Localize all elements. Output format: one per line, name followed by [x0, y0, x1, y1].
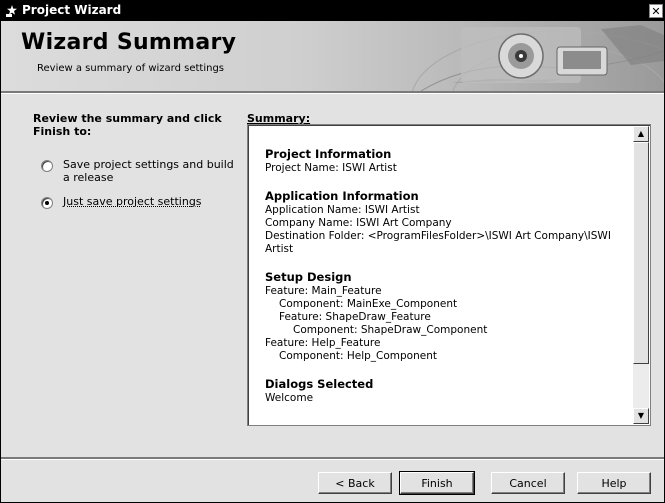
scroll-up-icon[interactable]: ▲	[633, 126, 649, 142]
scroll-down-icon[interactable]: ▼	[633, 408, 649, 424]
scroll-thumb[interactable]	[633, 142, 649, 364]
summary-line: Feature: Help_Feature	[265, 337, 381, 349]
summary-section-title: Setup Design	[265, 270, 352, 284]
summary-section: Application Information Application Name…	[265, 188, 625, 256]
summary-section: Setup Design Feature: Main_Feature Compo…	[265, 269, 625, 363]
option-just-save-label: Just save project settings	[63, 195, 202, 208]
summary-section-title: Dialogs Selected	[265, 377, 374, 391]
summary-line: Welcome	[265, 392, 314, 404]
project-wizard-window: Project Wizard ✕ Wizard Summary Review a…	[0, 0, 665, 503]
summary-section: Project Information Project Name: ISWI A…	[265, 146, 625, 175]
summary-line: Company Name: ISWI Art Company	[265, 217, 452, 229]
option-just-save[interactable]: Just save project settings	[41, 195, 241, 211]
cancel-button[interactable]: Cancel	[491, 472, 565, 494]
summary-line: Feature: Main_Feature	[265, 285, 382, 297]
page-title: Wizard Summary	[21, 30, 237, 55]
summary-line: Application Name: ISWI Artist	[265, 204, 420, 216]
wizard-app-icon	[6, 5, 17, 17]
window-title: Project Wizard	[22, 3, 122, 17]
summary-line: Project Name: ISWI Artist	[265, 162, 397, 174]
title-bar[interactable]: Project Wizard ✕	[1, 1, 664, 21]
close-icon[interactable]: ✕	[649, 4, 663, 18]
summary-line: Feature: ShapeDraw_Feature	[279, 311, 431, 323]
summary-line: Destination Folder: <ProgramFilesFolder>…	[265, 230, 615, 255]
back-button[interactable]: < Back	[318, 472, 392, 494]
summary-box[interactable]: Project Information Project Name: ISWI A…	[247, 124, 651, 426]
summary-section-title: Project Information	[265, 147, 392, 161]
option-save-and-build[interactable]: Save project settings and build a releas…	[41, 158, 241, 186]
help-button[interactable]: Help	[577, 472, 651, 494]
option-save-and-build-label: Save project settings and build a releas…	[63, 158, 234, 184]
header-divider	[1, 91, 664, 94]
summary-line: Component: Help_Component	[279, 350, 437, 362]
radio-save-and-build[interactable]	[41, 160, 53, 172]
summary-scrollbar[interactable]: ▲ ▼	[633, 126, 649, 424]
radio-just-save[interactable]	[41, 197, 53, 209]
page-subtitle: Review a summary of wizard settings	[37, 63, 225, 74]
instructions-text: Review the summary and click Finish to:	[33, 112, 222, 138]
summary-line: Component: ShapeDraw_Component	[293, 324, 488, 336]
summary-line: Component: MainExe_Component	[279, 298, 458, 310]
footer-divider	[1, 457, 664, 460]
header-banner: Wizard Summary Review a summary of wizar…	[1, 21, 664, 91]
summary-content: Project Information Project Name: ISWI A…	[265, 146, 625, 418]
summary-section: Dialogs Selected Welcome	[265, 376, 625, 405]
summary-section-title: Application Information	[265, 189, 419, 203]
finish-button[interactable]: Finish	[399, 471, 475, 495]
